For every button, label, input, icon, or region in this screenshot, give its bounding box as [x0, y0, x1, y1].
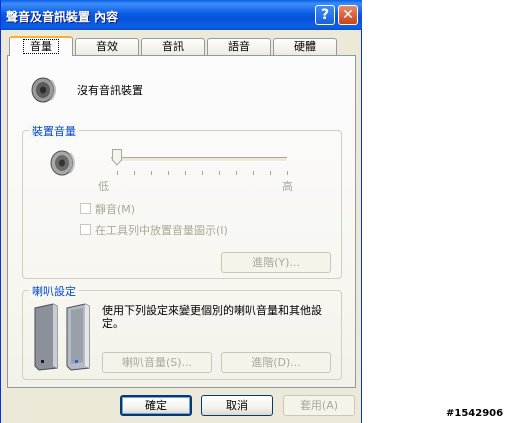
- ok-button[interactable]: 確定: [120, 395, 192, 416]
- speaker-advanced-button[interactable]: 進階(D)...: [221, 352, 331, 373]
- device-speaker-icon: [50, 150, 75, 176]
- slider-high-label: 高: [282, 180, 293, 193]
- device-advanced-button[interactable]: 進階(Y)...: [221, 252, 331, 273]
- volume-slider-thumb[interactable]: [112, 149, 122, 166]
- apply-button[interactable]: 套用(A): [283, 395, 355, 416]
- slider-tick: [168, 171, 169, 175]
- help-button[interactable]: ?: [315, 5, 335, 25]
- device-status-text: 沒有音訊裝置: [77, 84, 143, 97]
- slider-tick: [151, 171, 152, 175]
- volume-slider-track[interactable]: [111, 157, 287, 162]
- mute-checkbox[interactable]: [80, 203, 91, 214]
- speakers-icon: [34, 303, 90, 371]
- device-volume-title: 裝置音量: [29, 123, 79, 139]
- slider-tick: [236, 171, 237, 175]
- tab-volume-label: 音量: [23, 39, 59, 54]
- speaker-settings-title: 喇叭設定: [29, 283, 79, 299]
- slider-tick: [270, 171, 271, 175]
- tab-hardware[interactable]: 硬體: [273, 38, 337, 55]
- speaker-description: 使用下列設定來變更個別的喇叭音量和其他設定。: [102, 304, 322, 330]
- slider-tick: [185, 171, 186, 175]
- sound-properties-dialog: 聲音及音訊裝置 內容 ? ✕ 音量 音效 音訊 語音 硬體 沒有音訊裝置 裝置音…: [0, 0, 362, 423]
- cancel-button[interactable]: 取消: [201, 395, 273, 416]
- slider-tick: [287, 171, 288, 175]
- speaker-volume-button[interactable]: 喇叭音量(S)...: [102, 352, 212, 373]
- tab-sounds[interactable]: 音效: [75, 38, 139, 55]
- mute-label: 靜音(M): [95, 203, 136, 216]
- tab-audio[interactable]: 音訊: [141, 38, 205, 55]
- close-button[interactable]: ✕: [338, 5, 358, 25]
- title-bar[interactable]: 聲音及音訊裝置 內容 ? ✕: [1, 0, 362, 30]
- tab-voice[interactable]: 語音: [207, 38, 271, 55]
- window-title: 聲音及音訊裝置 內容: [6, 10, 119, 24]
- image-id-watermark: #1542906: [446, 408, 504, 419]
- speaker-icon: [31, 77, 56, 103]
- slider-tick: [117, 171, 118, 175]
- taskbar-icon-label: 在工具列中放置音量圖示(I): [95, 224, 228, 237]
- taskbar-icon-checkbox[interactable]: [80, 224, 91, 235]
- slider-tick: [134, 171, 135, 175]
- slider-tick: [202, 171, 203, 175]
- slider-low-label: 低: [98, 180, 109, 193]
- slider-tick: [219, 171, 220, 175]
- slider-tick: [253, 171, 254, 175]
- tab-volume[interactable]: 音量: [9, 36, 73, 56]
